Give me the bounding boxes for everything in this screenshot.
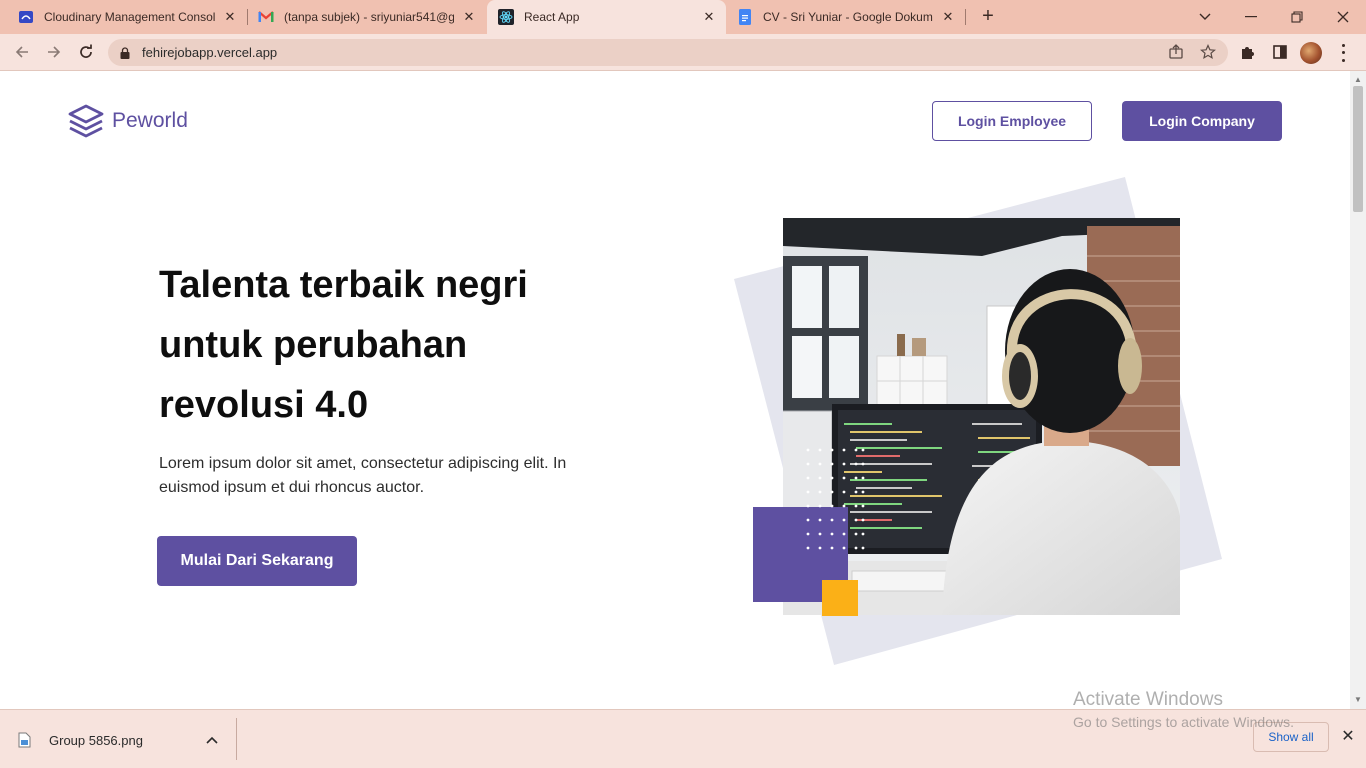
bookmark-star-icon[interactable] [1196,40,1220,64]
image-file-icon [18,732,34,748]
tab-title: CV - Sri Yuniar - Google Dokumen [763,10,933,24]
minimize-button[interactable] [1228,0,1274,34]
close-tab-icon[interactable]: ✕ [462,9,476,25]
page-scrollbar[interactable]: ▲ ▼ [1350,71,1366,709]
close-tab-icon[interactable]: ✕ [702,9,716,25]
reload-button[interactable] [72,38,100,66]
hero-illustration [734,177,1222,665]
decor-orange-square [822,580,858,616]
downloads-divider [236,718,237,760]
profile-avatar[interactable] [1300,42,1322,64]
new-tab-button[interactable]: + [976,5,1000,29]
tab-title: Cloudinary Management Console [44,10,215,24]
tab-react-app[interactable]: React App ✕ [487,0,726,34]
start-now-button[interactable]: Mulai Dari Sekarang [157,536,357,586]
tab-cloudinary[interactable]: Cloudinary Management Console ✕ [0,0,247,34]
browser-tab-strip: Cloudinary Management Console ✕ (tanpa s… [0,0,1366,34]
side-panel-icon[interactable] [1268,40,1292,64]
activate-windows-title: Activate Windows [1073,689,1223,710]
close-downloads-icon[interactable]: ✕ [1338,727,1358,747]
login-company-button[interactable]: Login Company [1122,101,1282,141]
share-icon[interactable] [1164,40,1188,64]
hero-description: Lorem ipsum dolor sit amet, consectetur … [159,455,567,496]
close-tab-icon[interactable]: ✕ [941,9,955,25]
close-window-button[interactable] [1320,0,1366,34]
gmail-icon [258,9,274,25]
forward-button[interactable] [40,38,68,66]
cloudinary-icon [18,9,34,25]
scrollbar-thumb[interactable] [1353,86,1363,212]
download-item[interactable]: Group 5856.png [18,726,236,754]
google-docs-icon [737,9,753,25]
close-tab-icon[interactable]: ✕ [223,9,237,25]
scroll-up-icon[interactable]: ▲ [1354,75,1362,84]
back-button[interactable] [8,38,36,66]
tab-divider [965,9,966,25]
chevron-up-icon[interactable] [204,736,220,744]
peworld-logo-icon [68,104,104,138]
tab-title: React App [524,10,580,24]
address-bar[interactable]: fehirejobapp.vercel.app [108,39,1228,66]
brand-logo[interactable]: Peworld [68,104,188,138]
extensions-puzzle-icon[interactable] [1236,40,1260,64]
browser-toolbar: fehirejobapp.vercel.app [0,34,1366,71]
download-file-name: Group 5856.png [49,732,143,748]
page-viewport: Peworld Login Employee Login Company Tal… [0,71,1350,709]
brand-name: Peworld [112,109,188,132]
react-icon [498,9,514,25]
browser-menu-icon[interactable] [1334,42,1352,64]
tab-title: (tanpa subjek) - sriyuniar541@gm [284,10,454,24]
tab-gmail[interactable]: (tanpa subjek) - sriyuniar541@gm ✕ [248,0,486,34]
activate-windows-subtitle: Go to Settings to activate Windows. [1073,714,1294,730]
hero-title: Talenta terbaik negri untuk perubahan re… [159,264,528,426]
tab-search-chevron-icon[interactable] [1182,0,1228,34]
login-employee-button[interactable]: Login Employee [932,101,1092,141]
url-text: fehirejobapp.vercel.app [142,45,278,60]
scroll-down-icon[interactable]: ▼ [1354,695,1362,704]
restore-button[interactable] [1274,0,1320,34]
lock-icon [120,46,134,59]
tab-google-docs[interactable]: CV - Sri Yuniar - Google Dokumen ✕ [727,0,965,34]
